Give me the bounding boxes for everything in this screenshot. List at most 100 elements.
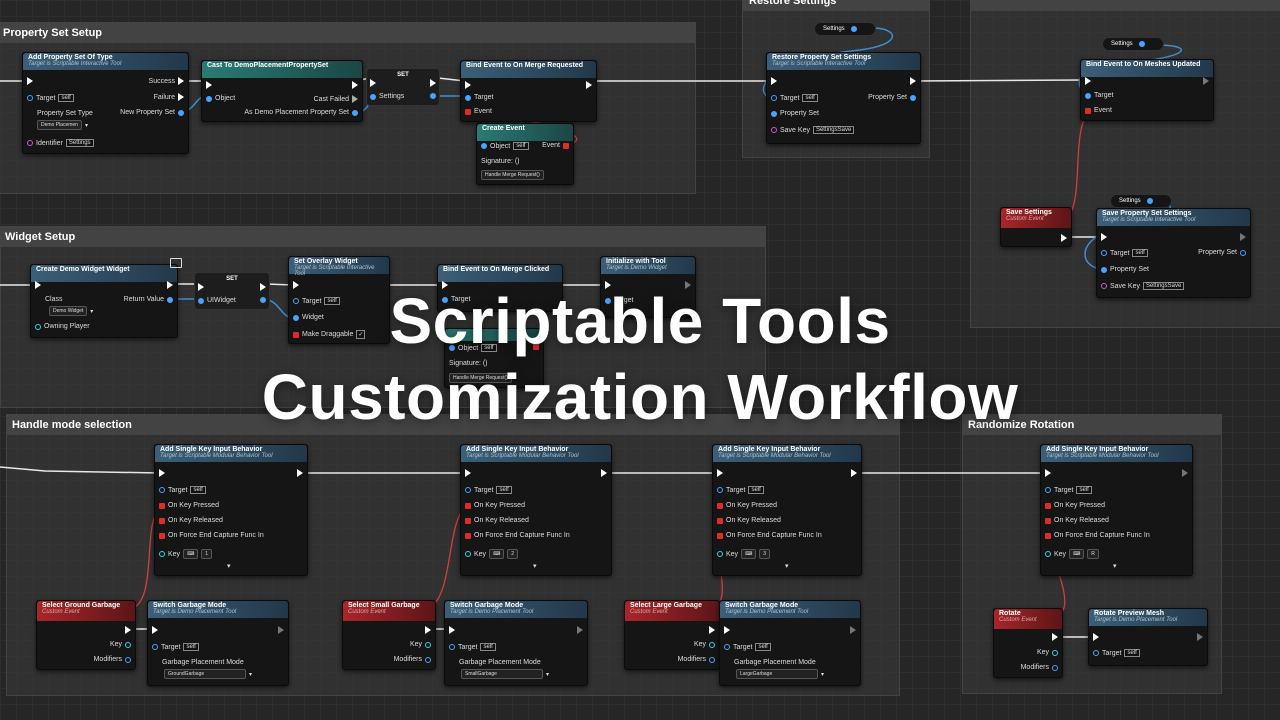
mode-dropdown[interactable]: SmallGarbage ▾ xyxy=(461,669,549,679)
switch-garbage-mode-node[interactable]: Switch Garbage Mode Target is Demo Placem… xyxy=(444,600,588,686)
target-pin[interactable]: Target xyxy=(465,94,493,101)
as-demo-placement-pin[interactable]: As Demo Placement Property Set xyxy=(244,109,358,116)
mode-dropdown[interactable]: LargeGarbage ▾ xyxy=(736,669,824,679)
settings-variable-node[interactable]: Settings xyxy=(814,22,876,36)
exec-in-pin[interactable] xyxy=(724,626,730,634)
target-pin[interactable]: Target self xyxy=(1101,249,1148,257)
cast-to-node[interactable]: Cast To DemoPlacementPropertySet Object … xyxy=(201,60,363,122)
add-single-key-input-node[interactable]: Add Single Key Input Behavior Target is S… xyxy=(712,444,862,576)
key-pin[interactable]: Key xyxy=(694,641,715,648)
on-force-end-pin[interactable]: On Force End Capture Func In xyxy=(717,532,822,539)
modifiers-pin[interactable]: Modifiers xyxy=(678,656,715,663)
event-out-pin[interactable]: Event xyxy=(542,142,569,149)
exec-in-pin[interactable] xyxy=(152,626,158,634)
on-key-pressed-pin[interactable]: On Key Pressed xyxy=(159,502,219,509)
exec-out-pin[interactable] xyxy=(278,626,284,634)
mode-dropdown[interactable]: GroundGarbage ▾ xyxy=(164,669,252,679)
on-force-end-pin[interactable]: On Force End Capture Func In xyxy=(159,532,264,539)
target-pin[interactable]: Target self xyxy=(771,94,818,102)
target-pin[interactable]: Target self xyxy=(724,643,771,651)
save-settings-event-node[interactable]: Save Settings Custom Event xyxy=(1000,207,1072,247)
exec-in-pin[interactable] xyxy=(206,81,212,89)
select-ground-garbage-event-node[interactable]: Select Ground Garbage Custom Event Key Mo… xyxy=(36,600,136,670)
settings-pin[interactable]: Settings xyxy=(370,93,404,100)
key-pin[interactable]: Key ⌨ 2 xyxy=(465,549,519,559)
settings-out-pin[interactable] xyxy=(430,93,436,99)
key-selector[interactable]: 3 xyxy=(759,549,771,559)
exec-in-pin[interactable] xyxy=(159,469,165,477)
key-pin[interactable]: Key xyxy=(1037,649,1058,656)
exec-out-pin[interactable] xyxy=(1197,633,1203,641)
bind-meshes-updated-node[interactable]: Bind Event to On Meshes Updated Target E… xyxy=(1080,59,1214,121)
key-pin[interactable]: Key ⌨ 3 xyxy=(717,549,771,559)
exec-in-pin[interactable] xyxy=(449,626,455,634)
handler-dropdown[interactable]: Handle Merge Request() xyxy=(481,170,544,180)
expand-arrow-icon[interactable]: ▾ xyxy=(227,562,231,570)
property-set-pin[interactable]: Property Set xyxy=(1101,266,1149,273)
exec-out-pin[interactable] xyxy=(910,77,916,85)
identifier-pin[interactable]: Identifier Settings xyxy=(27,139,94,147)
object-pin[interactable]: Object self xyxy=(481,142,529,150)
exec-in-pin[interactable] xyxy=(1101,233,1107,241)
target-pin[interactable]: Target self xyxy=(152,643,199,651)
add-single-key-input-node[interactable]: Add Single Key Input Behavior Target is S… xyxy=(460,444,612,576)
exec-out-pin[interactable] xyxy=(1203,77,1209,85)
key-selector[interactable]: R xyxy=(1087,549,1099,559)
target-pin[interactable]: Target self xyxy=(465,486,512,494)
object-pin[interactable]: Object xyxy=(206,95,235,102)
switch-garbage-mode-node[interactable]: Switch Garbage Mode Target is Demo Placem… xyxy=(719,600,861,686)
exec-in-pin[interactable] xyxy=(465,469,471,477)
property-set-out-pin[interactable]: Property Set xyxy=(1198,249,1246,256)
success-pin[interactable]: Success xyxy=(149,77,184,85)
property-set-pin[interactable]: Property Set xyxy=(771,110,819,117)
exec-in-pin[interactable] xyxy=(771,77,777,85)
save-key-pin[interactable]: Save Key SettingsSave xyxy=(771,126,855,134)
key-pin[interactable]: Key xyxy=(410,641,431,648)
switch-garbage-mode-node[interactable]: Switch Garbage Mode Target is Demo Placem… xyxy=(147,600,289,686)
target-pin[interactable]: Target self xyxy=(717,486,764,494)
cast-failed-pin[interactable]: Cast Failed xyxy=(314,95,358,103)
rotate-event-node[interactable]: Rotate Custom Event Key Modifiers xyxy=(993,608,1063,678)
exec-in-pin[interactable] xyxy=(465,81,471,89)
on-key-pressed-pin[interactable]: On Key Pressed xyxy=(717,502,777,509)
select-large-garbage-event-node[interactable]: Select Large Garbage Custom Event Key Mod… xyxy=(624,600,720,670)
event-pin[interactable]: Event xyxy=(465,108,492,115)
key-selector[interactable]: 1 xyxy=(201,549,213,559)
settings-variable-node[interactable]: Settings xyxy=(1102,37,1164,51)
modifiers-pin[interactable]: Modifiers xyxy=(1021,664,1058,671)
exec-in-pin[interactable] xyxy=(717,469,723,477)
expand-arrow-icon[interactable]: ▾ xyxy=(785,562,789,570)
target-pin[interactable]: Target self xyxy=(449,643,496,651)
add-property-set-node[interactable]: Add Property Set Of Type Target is Script… xyxy=(22,52,189,154)
exec-out-pin[interactable] xyxy=(1240,233,1246,241)
exec-out-pin[interactable] xyxy=(586,81,592,89)
exec-in-pin[interactable] xyxy=(1085,77,1091,85)
exec-in-pin[interactable] xyxy=(370,79,376,87)
target-pin[interactable]: Target self xyxy=(1093,649,1140,657)
exec-out-pin[interactable] xyxy=(125,626,131,634)
exec-out-pin[interactable] xyxy=(1052,633,1058,641)
exec-out-pin[interactable] xyxy=(601,469,607,477)
settings-variable-node[interactable]: Settings xyxy=(1110,194,1172,208)
on-key-released-pin[interactable]: On Key Released xyxy=(159,517,223,524)
on-force-end-pin[interactable]: On Force End Capture Func In xyxy=(1045,532,1150,539)
key-selector[interactable]: 2 xyxy=(507,549,519,559)
exec-out-pin[interactable] xyxy=(425,626,431,634)
modifiers-pin[interactable]: Modifiers xyxy=(94,656,131,663)
expand-arrow-icon[interactable]: ▾ xyxy=(1113,562,1117,570)
on-key-released-pin[interactable]: On Key Released xyxy=(717,517,781,524)
exec-in-pin[interactable] xyxy=(1045,469,1051,477)
exec-in-pin[interactable] xyxy=(27,77,33,85)
exec-out-pin[interactable] xyxy=(297,469,303,477)
failure-pin[interactable]: Failure xyxy=(154,93,184,101)
set-settings-node[interactable]: SET Settings xyxy=(366,68,440,106)
rotate-preview-mesh-node[interactable]: Rotate Preview Mesh Target is Demo Placem… xyxy=(1088,608,1208,666)
expand-arrow-icon[interactable]: ▾ xyxy=(533,562,537,570)
exec-out-pin[interactable] xyxy=(1061,234,1067,242)
on-key-pressed-pin[interactable]: On Key Pressed xyxy=(1045,502,1105,509)
on-key-released-pin[interactable]: On Key Released xyxy=(1045,517,1109,524)
on-key-released-pin[interactable]: On Key Released xyxy=(465,517,529,524)
exec-out-pin[interactable] xyxy=(850,626,856,634)
exec-out-pin[interactable] xyxy=(577,626,583,634)
new-property-set-pin[interactable]: New Property Set xyxy=(120,109,184,116)
